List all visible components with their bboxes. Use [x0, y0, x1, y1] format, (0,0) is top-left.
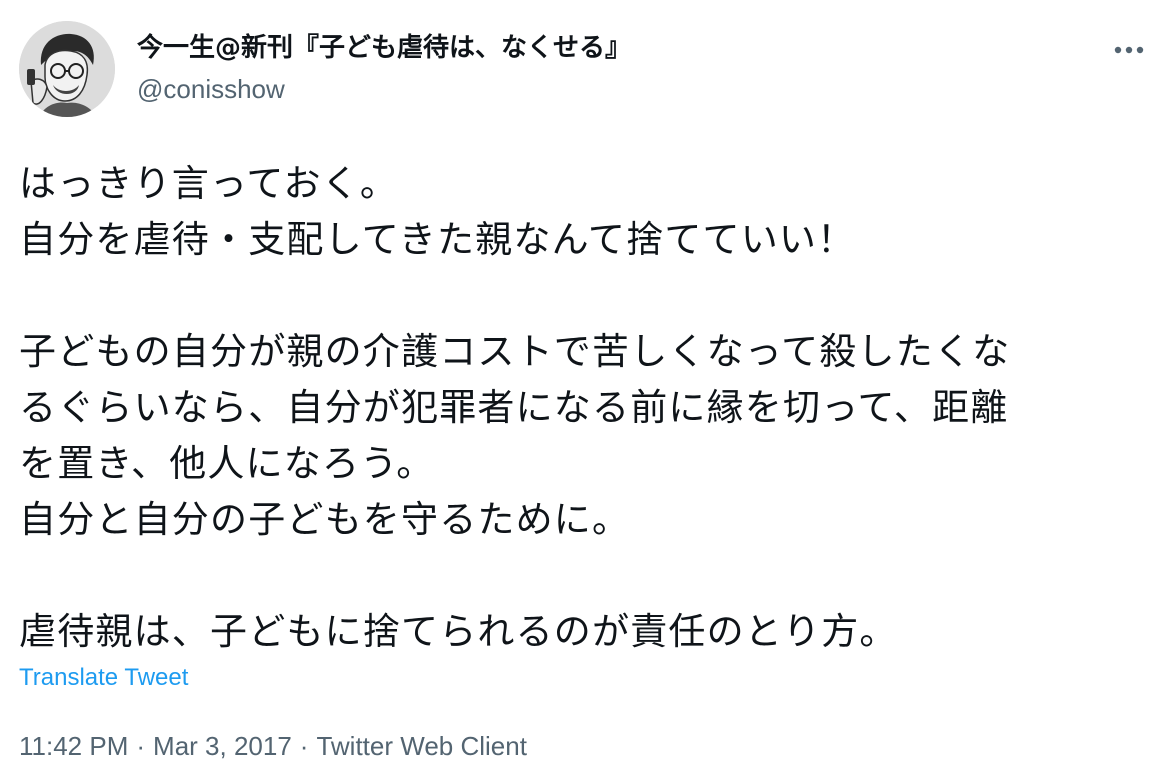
translate-tweet-link[interactable]: Translate Tweet — [19, 662, 188, 694]
tweet-metadata: 11:42 PM · Mar 3, 2017 · Twitter Web Client — [19, 729, 527, 763]
meta-separator: · — [136, 731, 146, 761]
author-display-name[interactable]: 今一生@新刊『子ども虐待は、なくせる』 — [137, 30, 631, 66]
tweet-date[interactable]: Mar 3, 2017 — [153, 731, 292, 761]
more-dots-icon[interactable] — [1111, 36, 1147, 64]
author-handle[interactable]: @conisshow — [137, 72, 285, 106]
tweet-client[interactable]: Twitter Web Client — [316, 731, 526, 761]
tweet-paragraph: 子どもの自分が親の介護コストで苦しくなって殺したくな るぐらいなら、自分が犯罪者… — [19, 330, 1011, 541]
tweet: 今一生@新刊『子ども虐待は、なくせる』 @conisshow はっきり言っておく… — [0, 0, 1161, 770]
tweet-paragraph: 虐待親は、子どもに捨てられるのが責任のとり方。 — [19, 610, 898, 653]
tweet-paragraph: はっきり言っておく。 自分を虐待・支配してきた親なんて捨てていい！ — [19, 162, 856, 261]
meta-separator: · — [299, 731, 309, 761]
avatar-portrait-icon — [19, 21, 115, 117]
avatar[interactable] — [19, 21, 115, 117]
tweet-time[interactable]: 11:42 PM — [19, 731, 128, 761]
tweet-text: はっきり言っておく。 自分を虐待・支配してきた親なんて捨てていい！ 子どもの自分… — [19, 156, 1149, 660]
